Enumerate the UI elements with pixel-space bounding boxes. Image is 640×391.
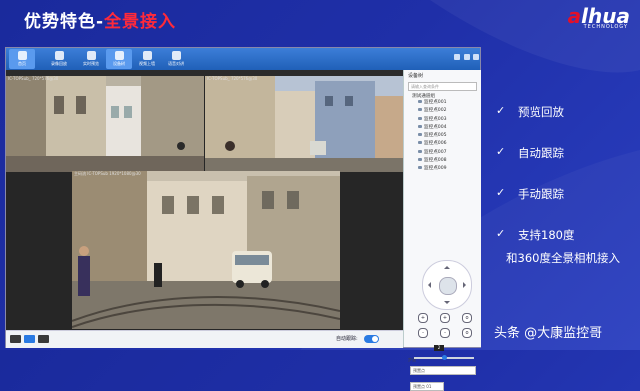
device-item[interactable]: 监控点001 [418,99,481,107]
watermark: 头条 @大康监控哥 [494,326,603,341]
street-scene [6,76,204,172]
zoom-out-icon[interactable]: - [418,328,428,338]
device-label: 监控点008 [424,158,447,164]
feature-item: ✓ 预览回放 [496,104,640,145]
device-label: 监控点009 [424,166,447,172]
channel-label: IC-TOPSub_ 720*576@30 [207,76,258,81]
ptz-joystick-icon[interactable] [422,260,472,310]
focus-far-icon[interactable]: - [440,328,450,338]
camera-icon [418,108,422,112]
layout-1-icon[interactable] [10,335,21,343]
device-list: 监控点001 监控点002 监控点003 监控点004 监控点005 监控点006 监控点0… [404,99,481,174]
feature-item: ✓ 自动跟踪 [496,145,640,186]
ptz-down-icon [444,301,450,307]
ptz-right-icon [463,282,469,288]
camera-icon [418,158,422,162]
device-item[interactable]: 监控点005 [418,132,481,140]
dahua-logo: alhua TECHNOLOGY [567,4,630,30]
zoom-in-icon[interactable]: + [418,313,428,323]
bottom-bar: 自动跟踪: [6,330,403,348]
video-tile-top-right[interactable]: IC-TOPSub_ 720*576@30 [205,76,403,172]
slide-title-main: 优势特色- [24,12,105,32]
street-scene [72,171,340,329]
device-item[interactable]: 监控点002 [418,107,481,115]
video-tile-main[interactable]: 主码流 IC-TOPSub 1920*1080@30 [72,171,340,329]
iris-close-icon[interactable]: o [462,328,472,338]
channel-label: 主码流 IC-TOPSub 1920*1080@30 [74,171,141,176]
speed-slider[interactable] [414,355,474,360]
app-toolbar: 首页 录像回放 实时预览 设备树 视频上墙 语音对讲 [6,48,480,70]
ptz-up-icon [444,263,450,269]
device-item[interactable]: 监控点003 [418,116,481,124]
feature-text-line2: 和360度全景相机接入 [506,251,620,265]
device-label: 监控点006 [424,141,447,147]
check-icon: ✓ [496,145,506,158]
camera-icon [418,166,422,170]
device-item[interactable]: 监控点009 [418,165,481,173]
playback-icon [54,51,64,60]
camera-icon [418,116,422,120]
street-scene [205,76,403,172]
feature-text: 预览回放 [518,105,564,119]
feature-text: 手动跟踪 [518,187,564,201]
client-window: 首页 录像回放 实时预览 设备树 视频上墙 语音对讲 IC-TOPSub_ 72… [5,47,481,391]
check-icon: ✓ [496,227,506,240]
feature-text: 支持180度 [518,228,575,242]
device-label: 监控点001 [424,100,447,105]
ptz-center-button [439,277,457,295]
toolbar-video-wall[interactable]: 视频上墙 [134,49,160,69]
camera-icon [418,124,422,128]
home-icon [17,51,27,60]
check-icon: ✓ [496,186,506,199]
microphone-icon [171,51,181,60]
slide-title-accent: 全景接入 [104,12,177,32]
live-icon [86,51,96,60]
auto-track-label: 自动跟踪: [336,336,358,342]
feature-text: 自动跟踪 [518,146,564,160]
video-area: IC-TOPSub_ 720*576@30 IC-TOPSub_ 720*576… [6,70,403,330]
device-search-input[interactable]: 请输入查询条件 [408,82,477,91]
device-label: 监控点003 [424,116,447,122]
iris-open-icon[interactable]: o [462,313,472,323]
grid-icon [142,51,152,60]
video-tile-top-left[interactable]: IC-TOPSub_ 720*576@30 [6,76,204,172]
camera-icon [418,133,422,137]
ptz-left-icon [425,282,431,288]
device-label: 监控点004 [424,124,447,130]
slide-title: 优势特色-全景接入 [24,7,176,32]
feature-item: ✓ 手动跟踪 [496,186,640,227]
device-item[interactable]: 监控点007 [418,149,481,157]
layout-2-icon[interactable] [24,335,35,343]
wifi-icon [114,51,124,60]
toolbar-device-tree[interactable]: 设备树 [106,49,132,69]
minimize-icon[interactable] [454,54,460,60]
camera-icon [418,100,422,103]
toolbar-talk[interactable]: 语音对讲 [163,49,189,69]
preset-number-select[interactable]: 预置点 01 [410,382,444,391]
panel-header: 设备树 [408,73,424,79]
device-label: 监控点002 [424,108,447,114]
preset-select[interactable]: 预置点 [410,366,476,375]
device-label: 监控点005 [424,133,447,139]
speed-value[interactable]: 2 [434,345,444,351]
camera-icon [418,149,422,153]
channel-label: IC-TOPSub_ 720*576@30 [8,76,59,81]
auto-track-toggle[interactable] [364,335,379,343]
feature-list: ✓ 预览回放 ✓ 自动跟踪 ✓ 手动跟踪 ✓ 支持180度和360度全景相机接入 [496,104,640,268]
feature-item: ✓ 支持180度和360度全景相机接入 [496,227,640,268]
device-label: 监控点007 [424,149,447,155]
device-panel: 设备树 请输入查询条件 测试通道组 监控点001 监控点002 监控点003 监控点0… [403,70,481,391]
toolbar-playback[interactable]: 录像回放 [46,49,72,69]
maximize-icon[interactable] [464,54,470,60]
camera-icon [418,141,422,145]
device-item[interactable]: 监控点006 [418,140,481,148]
layout-4-icon[interactable] [38,335,49,343]
check-icon: ✓ [496,104,506,117]
toolbar-home[interactable]: 首页 [9,49,35,69]
device-item[interactable]: 监控点004 [418,124,481,132]
close-icon[interactable] [473,54,479,60]
focus-near-icon[interactable]: + [440,313,450,323]
device-item[interactable]: 监控点008 [418,157,481,165]
toolbar-live[interactable]: 实时预览 [78,49,104,69]
